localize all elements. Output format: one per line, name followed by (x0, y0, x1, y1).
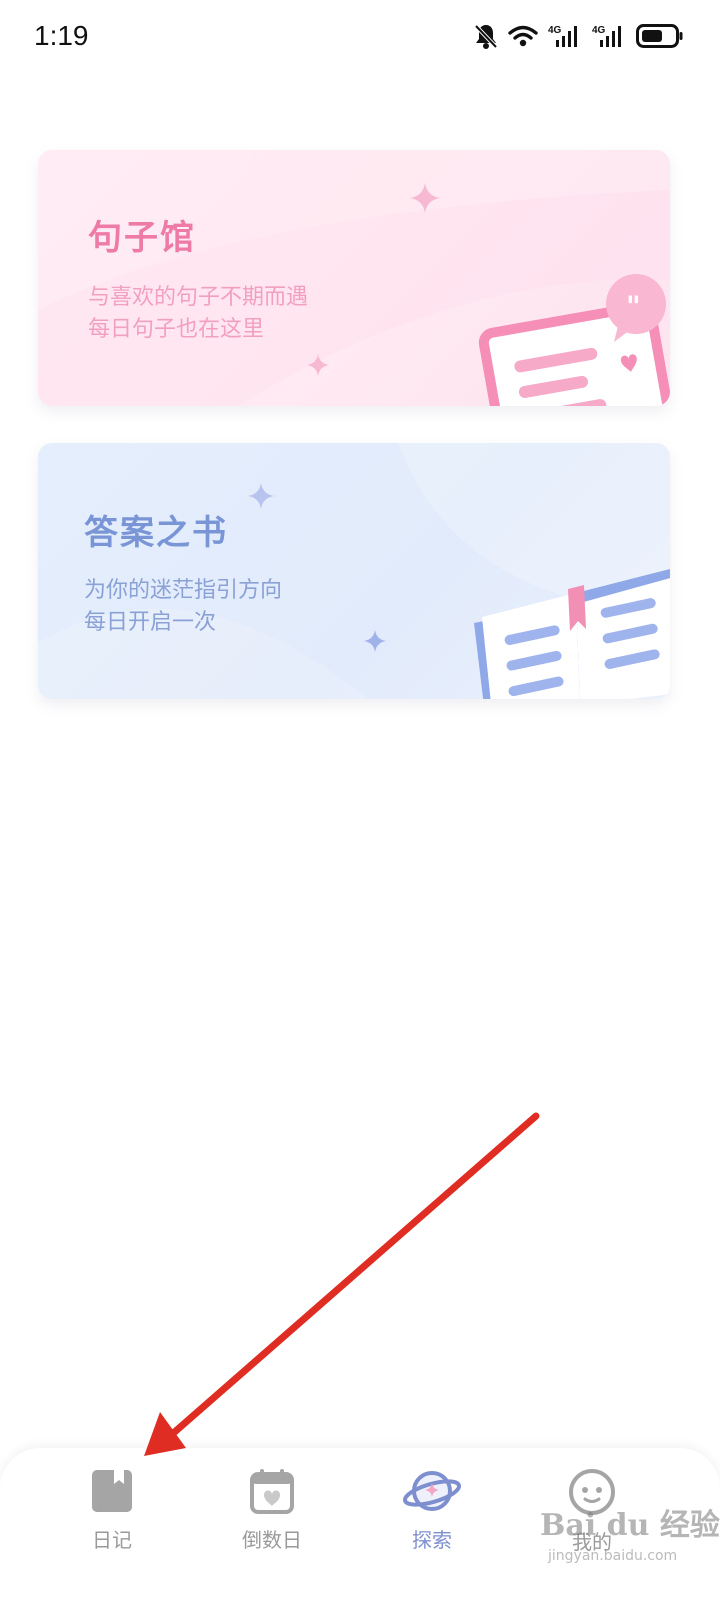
nav-item-countdown[interactable]: 倒数日 (212, 1468, 332, 1568)
sentence-hall-card[interactable]: 句子馆 与喜欢的句子不期而遇 每日句子也在这里 " (38, 150, 670, 406)
sparkle-icon (364, 630, 386, 656)
sparkle-icon (307, 354, 329, 380)
book-of-answers-card[interactable]: 答案之书 为你的迷茫指引方向 每日开启一次 (38, 443, 670, 699)
quote-card-illustration-icon: " (478, 270, 670, 406)
status-icons: 4G 4G (474, 22, 684, 50)
card-subtitle: 为你的迷茫指引方向 每日开启一次 (84, 575, 282, 639)
watermark-url: jingyan.baidu.com (548, 1548, 678, 1564)
signal-4g-icon: 4G (548, 23, 582, 49)
nav-item-diary[interactable]: 日记 (52, 1468, 172, 1568)
card-title: 答案之书 (84, 513, 228, 553)
card-subtitle: 与喜欢的句子不期而遇 每日句子也在这里 (88, 282, 308, 346)
wifi-icon (508, 24, 538, 48)
watermark: Bai du 经验 (540, 1508, 720, 1543)
svg-text:": " (626, 290, 641, 323)
sparkle-icon (248, 483, 274, 513)
card-subtitle-line: 与喜欢的句子不期而遇 (88, 285, 309, 310)
nav-label: 倒数日 (242, 1528, 302, 1552)
calendar-heart-icon (212, 1468, 332, 1514)
card-title: 句子馆 (88, 218, 196, 258)
network-label: 4G (592, 25, 606, 36)
status-time: 1:19 (34, 20, 89, 51)
open-book-illustration-icon (468, 563, 670, 699)
card-subtitle-line: 为你的迷茫指引方向 (84, 578, 283, 603)
nav-item-explore[interactable]: 探索 (372, 1468, 492, 1568)
sparkle-icon (410, 183, 440, 217)
signal-4g-icon: 4G (592, 23, 626, 49)
card-subtitle-line: 每日开启一次 (84, 610, 217, 635)
status-bar: 1:19 4G 4G (0, 0, 720, 78)
planet-icon (372, 1468, 492, 1514)
nav-label: 探索 (412, 1528, 452, 1552)
card-subtitle-line: 每日句子也在这里 (88, 317, 265, 342)
battery-icon (636, 23, 684, 49)
nav-label: 日记 (92, 1528, 132, 1552)
diary-book-icon (52, 1468, 172, 1514)
network-label: 4G (548, 25, 562, 36)
bell-muted-icon (474, 22, 498, 50)
